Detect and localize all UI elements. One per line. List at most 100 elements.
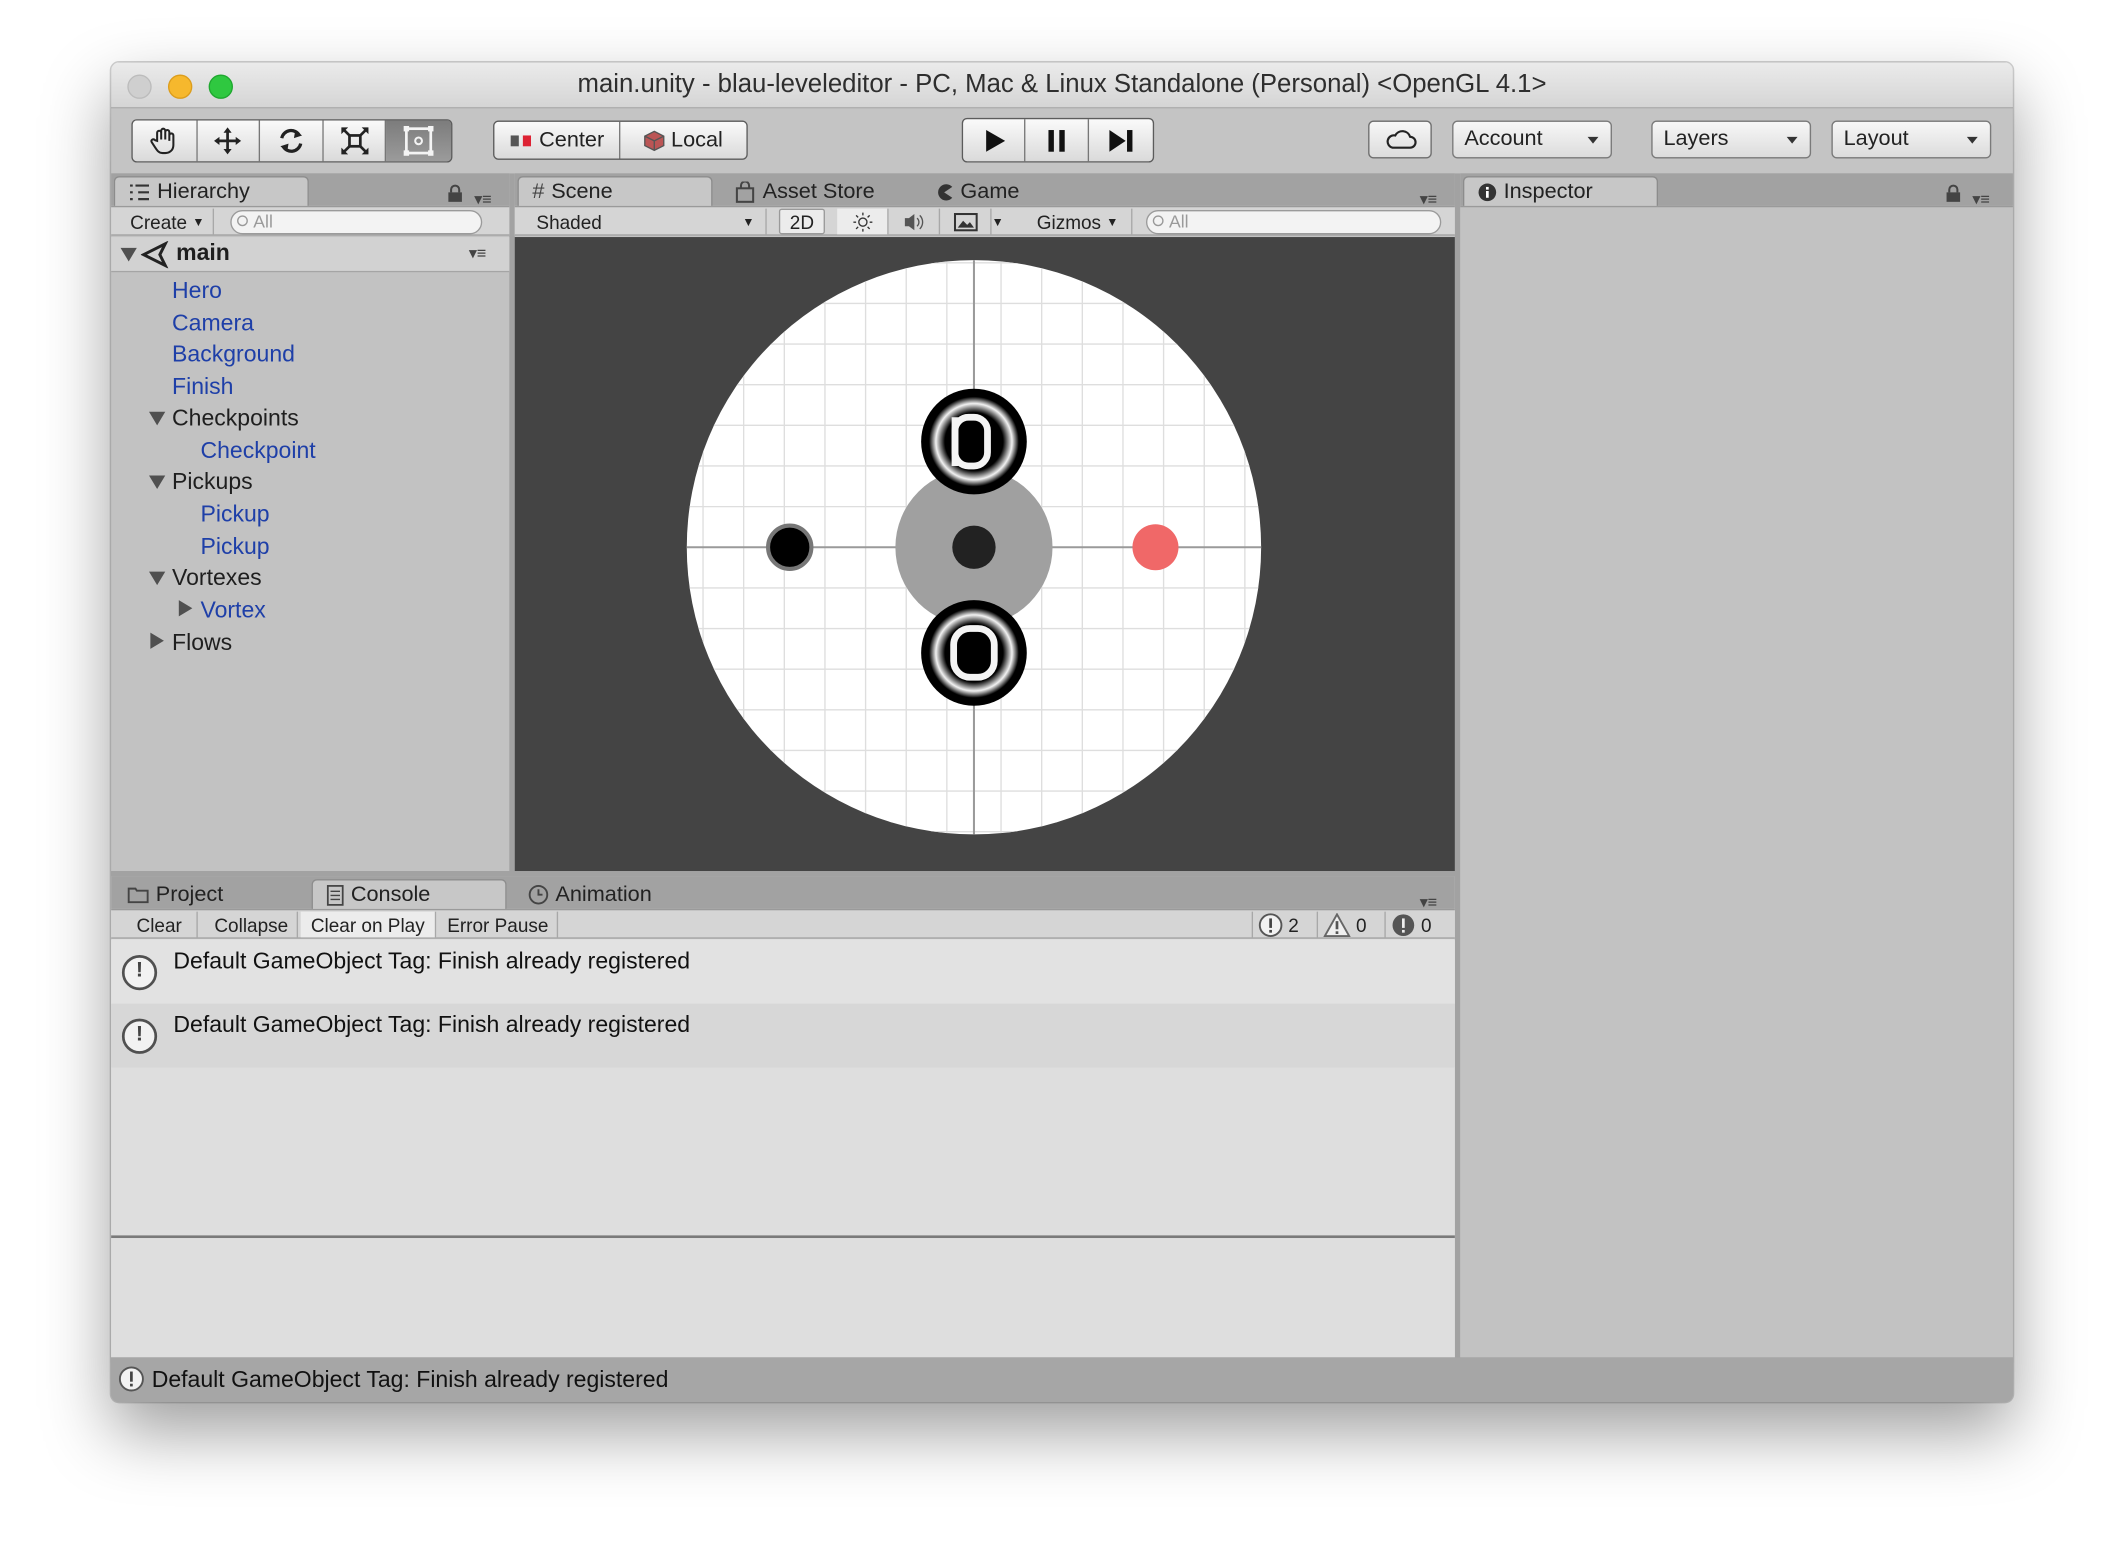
log-entry[interactable]: Default GameObject Tag: Finish already r… xyxy=(111,1003,1455,1068)
layers-label: Layers xyxy=(1663,127,1729,151)
status-bar[interactable]: Default GameObject Tag: Finish already r… xyxy=(111,1357,2013,1403)
warning-count-toggle[interactable]: 0 xyxy=(1316,911,1379,938)
hierarchy-search-input[interactable]: All xyxy=(230,209,483,235)
info-count-toggle[interactable]: 2 xyxy=(1251,911,1314,938)
collab-cloud-button[interactable] xyxy=(1368,120,1432,159)
log-entry[interactable]: Default GameObject Tag: Finish already r… xyxy=(111,940,1455,1004)
tree-item-vortex[interactable]: Vortex xyxy=(200,597,265,624)
title-bar: main.unity - blau-leveleditor - PC, Mac … xyxy=(111,62,2013,109)
tree-item-finish[interactable]: Finish xyxy=(172,374,233,401)
rect-tool-button[interactable] xyxy=(386,120,452,162)
tab-hierarchy-label: Hierarchy xyxy=(157,180,250,204)
error-pause-label: Error Pause xyxy=(447,913,549,936)
unity-scene-icon xyxy=(140,241,169,269)
clear-button[interactable]: Clear xyxy=(122,911,198,938)
pivot-center-button[interactable]: Center xyxy=(494,121,621,159)
info-bubble-icon xyxy=(118,1366,144,1392)
scene-viewport[interactable] xyxy=(514,237,1455,872)
collapse-label: Collapse xyxy=(214,913,289,936)
expand-arrow-icon[interactable] xyxy=(149,411,166,426)
rotate-tool-button[interactable] xyxy=(260,120,324,162)
scene-search-input[interactable]: All xyxy=(1145,209,1442,235)
tab-scene[interactable]: # Scene xyxy=(517,176,713,208)
layers-dropdown[interactable]: Layers xyxy=(1651,120,1812,159)
finish-red-dot[interactable] xyxy=(1132,524,1179,571)
hero-core[interactable] xyxy=(952,525,996,569)
create-dropdown[interactable]: Create ▼ xyxy=(122,208,215,235)
tree-item-pickup[interactable]: Pickup xyxy=(200,501,269,528)
speaker-icon xyxy=(904,213,923,230)
scene-canvas[interactable] xyxy=(515,237,1455,871)
scene-root-row[interactable]: main ▾≡ xyxy=(111,237,510,273)
shading-mode-dropdown[interactable]: Shaded ▼ xyxy=(515,208,767,235)
pivot-center-label: Center xyxy=(539,128,605,152)
expand-arrow-icon[interactable] xyxy=(149,475,166,490)
tree-item-hero[interactable]: Hero xyxy=(172,278,222,305)
step-button[interactable] xyxy=(1088,119,1153,162)
hierarchy-panel: Hierarchy ▾≡ Create ▼ All main ▾≡ Hero C… xyxy=(111,173,510,872)
hierarchy-tree: Hero Camera Background Finish Checkpoint… xyxy=(111,272,509,733)
info-bubble-icon xyxy=(121,954,158,991)
tree-item-checkpoint[interactable]: Checkpoint xyxy=(200,438,315,465)
hand-tool-button[interactable] xyxy=(132,120,198,162)
tab-game[interactable]: Game xyxy=(921,176,1019,207)
tree-item-flows[interactable]: Flows xyxy=(172,630,232,657)
image-icon xyxy=(953,212,978,231)
rect-tool-icon xyxy=(403,125,434,156)
step-icon xyxy=(1109,129,1133,152)
vortex-bottom[interactable] xyxy=(921,600,1027,706)
clear-on-play-button[interactable]: Clear on Play xyxy=(300,911,437,938)
grid-hash-icon: # xyxy=(532,180,545,204)
pickup-black-dot[interactable] xyxy=(766,523,814,571)
scene-effects-dropdown[interactable]: ▼ xyxy=(940,208,1004,235)
search-icon xyxy=(1152,215,1164,227)
collapse-button[interactable]: Collapse xyxy=(206,911,299,938)
tab-scene-label: Scene xyxy=(551,180,613,204)
play-button[interactable] xyxy=(963,119,1026,162)
error-pause-button[interactable]: Error Pause xyxy=(439,911,559,938)
scene-tabstrip: # Scene Asset Store Game ▾≡ xyxy=(514,173,1455,209)
chevron-down-icon: ▼ xyxy=(742,214,755,229)
tab-hierarchy[interactable]: Hierarchy xyxy=(113,176,309,208)
list-icon xyxy=(130,184,150,201)
expand-arrow-icon[interactable] xyxy=(120,247,137,262)
unity-editor-window: main.unity - blau-leveleditor - PC, Mac … xyxy=(111,62,2013,1403)
tree-item-checkpoints[interactable]: Checkpoints xyxy=(172,405,299,432)
scale-tool-button[interactable] xyxy=(323,120,387,162)
pacman-icon xyxy=(938,183,953,200)
expand-arrow-icon[interactable] xyxy=(149,571,166,586)
cloud-icon xyxy=(1385,130,1416,149)
tree-item-pickups[interactable]: Pickups xyxy=(172,469,253,496)
tree-item-background[interactable]: Background xyxy=(172,341,295,368)
warning-icon xyxy=(1323,912,1351,937)
tree-item-pickup[interactable]: Pickup xyxy=(200,534,269,561)
mode-2d-toggle[interactable]: 2D xyxy=(778,208,825,235)
tab-animation[interactable]: Animation xyxy=(515,879,652,910)
tab-inspector[interactable]: Inspector xyxy=(1462,176,1659,208)
layout-dropdown[interactable]: Layout xyxy=(1831,120,1992,159)
error-count-toggle[interactable]: 0 xyxy=(1384,911,1444,938)
pivot-local-button[interactable]: Local xyxy=(620,121,747,159)
pivot-center-icon xyxy=(510,134,531,146)
tree-item-vortexes[interactable]: Vortexes xyxy=(172,565,262,592)
account-dropdown[interactable]: Account xyxy=(1452,120,1612,159)
tab-project-label: Project xyxy=(155,882,224,906)
move-tool-button[interactable] xyxy=(197,120,261,162)
collapse-arrow-icon[interactable] xyxy=(150,632,164,649)
console-toolbar: Clear Collapse Clear on Play Error Pause… xyxy=(111,908,1455,939)
scene-lighting-toggle[interactable] xyxy=(837,208,889,235)
gizmos-dropdown[interactable]: Gizmos ▼ xyxy=(1024,208,1133,235)
scene-menu-icon[interactable]: ▾≡ xyxy=(469,244,487,263)
sun-icon xyxy=(852,211,872,231)
lock-icon[interactable] xyxy=(1945,184,1961,203)
vortex-top[interactable] xyxy=(921,388,1027,495)
tab-asset-store[interactable]: Asset Store xyxy=(721,176,875,207)
scene-audio-toggle[interactable] xyxy=(889,208,941,235)
tab-project[interactable]: Project xyxy=(114,879,223,910)
pause-button[interactable] xyxy=(1025,119,1089,162)
collapse-arrow-icon[interactable] xyxy=(178,600,193,617)
tree-item-camera[interactable]: Camera xyxy=(172,310,254,337)
store-bag-icon xyxy=(735,180,755,203)
lock-icon[interactable] xyxy=(447,184,463,203)
tab-console[interactable]: Console xyxy=(311,879,507,911)
